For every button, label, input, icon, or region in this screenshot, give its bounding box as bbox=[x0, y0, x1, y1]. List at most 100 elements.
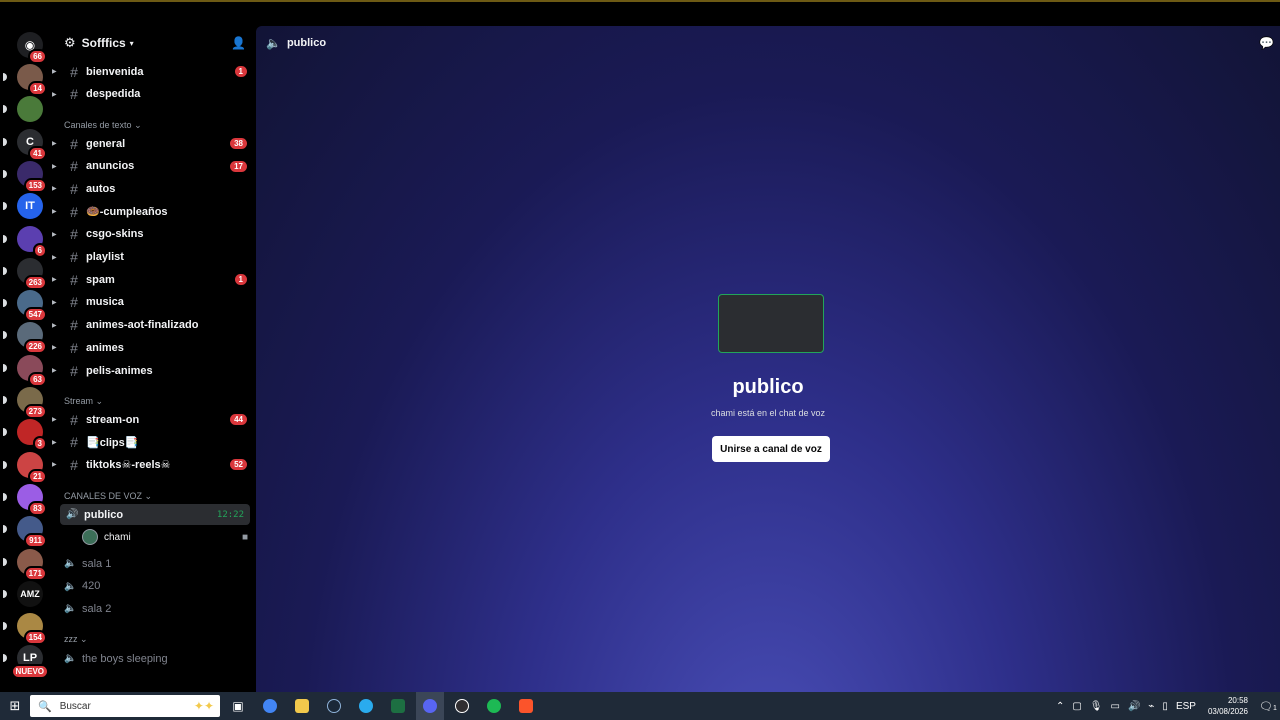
channel-item[interactable]: ▶ # general 38 bbox=[52, 133, 250, 154]
taskbar-search[interactable]: 🔍 Buscar ✦✦ bbox=[30, 695, 220, 717]
chat-icon[interactable]: 💬 bbox=[1259, 36, 1274, 50]
tray-device-icon[interactable]: ▢ bbox=[1072, 701, 1081, 712]
voice-channel-item[interactable]: 🔈 sala 2 bbox=[58, 598, 250, 619]
tray-overflow-icon[interactable]: ⌃ bbox=[1056, 701, 1064, 712]
task-view-icon[interactable]: ▣ bbox=[224, 692, 252, 720]
server-icon[interactable]: 63 bbox=[17, 354, 47, 387]
display-icon[interactable]: ▭ bbox=[1110, 701, 1119, 712]
channel-category[interactable]: CANALES DE VOZ ⌄ bbox=[64, 491, 152, 502]
voice-channel-item[interactable]: 🔈 sala 1 bbox=[58, 553, 250, 574]
server-icon[interactable]: 14 bbox=[17, 64, 47, 96]
channel-category[interactable]: zzz ⌄ bbox=[64, 634, 88, 645]
channel-item[interactable]: ▶ # musica bbox=[52, 292, 250, 313]
speaker-active-icon: 🔊 bbox=[66, 509, 79, 520]
windows-start-icon[interactable]: ⊞ bbox=[0, 692, 30, 720]
guild-header[interactable]: ⚙ Sofffics ▾ 👤 bbox=[58, 26, 256, 60]
channel-item[interactable]: ▶ # 📑clips📑 bbox=[52, 432, 250, 453]
server-badge: 6 bbox=[32, 242, 47, 258]
unread-pip bbox=[3, 331, 7, 340]
server-icon[interactable]: 3 bbox=[17, 419, 47, 452]
server-icon[interactable]: 83 bbox=[17, 483, 47, 516]
voice-channel-name: sala 2 bbox=[82, 602, 112, 615]
speaker-icon: 🔈 bbox=[64, 653, 77, 664]
excel-icon[interactable] bbox=[384, 692, 412, 720]
join-voice-button[interactable]: Unirse a canal de voz bbox=[712, 436, 830, 462]
channel-item[interactable]: ▶ # animes-aot-finalizado bbox=[52, 315, 250, 336]
collapse-arrow-icon: ▶ bbox=[52, 345, 57, 352]
channel-name: anuncios bbox=[86, 160, 135, 173]
channel-name: spam bbox=[86, 273, 115, 286]
server-initial: IT bbox=[25, 200, 35, 213]
channel-item[interactable]: ▶ # 🍩-cumpleaños bbox=[52, 201, 250, 222]
window-title-bar bbox=[0, 0, 1280, 26]
server-icon[interactable]: 171 bbox=[17, 548, 47, 581]
server-icon[interactable]: AMZ bbox=[17, 580, 43, 607]
channel-category[interactable]: Canales de texto ⌄ bbox=[64, 120, 142, 131]
server-icon[interactable] bbox=[17, 96, 43, 123]
server-icon[interactable]: 153 bbox=[17, 160, 47, 193]
server-icon[interactable]: C 41 bbox=[17, 128, 47, 161]
channel-item[interactable]: ▶ # playlist bbox=[52, 247, 250, 268]
server-icon[interactable]: 21 bbox=[17, 451, 47, 484]
channel-item[interactable]: ▶ # bienvenida 1 bbox=[52, 61, 250, 82]
taskbar-clock[interactable]: 20:58 03/08/2026 bbox=[1208, 695, 1248, 717]
channel-header: 🔈 publico 💬 bbox=[256, 26, 1280, 60]
obs-icon[interactable] bbox=[448, 692, 476, 720]
discord-taskbar-icon[interactable] bbox=[416, 692, 444, 720]
chevron-down-icon: ⌄ bbox=[80, 634, 88, 644]
channel-item[interactable]: ▶ # autos bbox=[52, 178, 250, 199]
telegram-icon[interactable] bbox=[352, 692, 380, 720]
voice-user[interactable]: chami ■ bbox=[82, 527, 250, 547]
channel-category[interactable]: Stream ⌄ bbox=[64, 396, 103, 407]
invite-people-icon[interactable]: 👤 bbox=[231, 36, 246, 50]
microphone-icon[interactable]: 🎙 bbox=[1090, 701, 1103, 712]
channel-item[interactable]: ▶ # csgo-skins bbox=[52, 224, 250, 245]
channel-item[interactable]: ▶ # despedida bbox=[52, 84, 250, 105]
brave-icon[interactable] bbox=[512, 692, 540, 720]
hash-icon: # bbox=[70, 294, 78, 311]
battery-icon[interactable]: ▯ bbox=[1162, 701, 1168, 712]
server-icon[interactable]: LP NUEVO bbox=[10, 645, 49, 680]
notification-icon[interactable]: 🗨1 bbox=[1256, 700, 1280, 713]
server-badge: 911 bbox=[24, 533, 47, 549]
category-label: CANALES DE VOZ bbox=[64, 491, 143, 501]
unread-pip bbox=[3, 363, 7, 372]
channel-item[interactable]: ▶ # anuncios 17 bbox=[52, 156, 250, 177]
search-icon: 🔍 bbox=[38, 700, 52, 713]
voice-channel-item[interactable]: 🔈 420 bbox=[58, 576, 250, 597]
unread-pip bbox=[3, 396, 7, 404]
unread-pip bbox=[3, 525, 7, 534]
channel-item[interactable]: ▶ # spam 1 bbox=[52, 269, 250, 290]
file-explorer-icon[interactable] bbox=[288, 692, 316, 720]
server-icon[interactable]: 226 bbox=[17, 322, 47, 355]
category-label: Stream bbox=[64, 396, 94, 406]
spotify-icon[interactable] bbox=[480, 692, 508, 720]
collapse-arrow-icon: ▶ bbox=[52, 141, 57, 147]
server-icon[interactable]: IT bbox=[17, 193, 43, 220]
channel-item[interactable]: ▶ # tiktoks☠-reels☠ 52 bbox=[52, 454, 250, 475]
unread-pip bbox=[3, 654, 7, 663]
server-icon[interactable]: 547 bbox=[17, 290, 47, 323]
chrome-icon[interactable] bbox=[256, 692, 284, 720]
mention-badge: 44 bbox=[230, 414, 247, 425]
server-badge: 154 bbox=[23, 630, 47, 646]
server-icon[interactable]: 6 bbox=[17, 225, 47, 258]
server-icon[interactable]: 154 bbox=[17, 613, 47, 646]
server-icon[interactable]: 263 bbox=[17, 257, 47, 290]
unread-pip bbox=[3, 557, 7, 566]
discord-home-icon[interactable]: ◉ 66 bbox=[17, 32, 47, 64]
channel-item[interactable]: ▶ # pelis-animes bbox=[52, 360, 250, 381]
network-icon[interactable]: ⌁ bbox=[1148, 701, 1154, 712]
channel-item[interactable]: ▶ # stream-on 44 bbox=[52, 409, 250, 430]
voice-channel-active[interactable]: 🔊 publico 12:22 bbox=[60, 504, 250, 525]
language-indicator[interactable]: ESP bbox=[1176, 701, 1196, 712]
steam-icon[interactable] bbox=[320, 692, 348, 720]
server-icon[interactable]: 273 bbox=[17, 387, 47, 419]
voice-channel-name: publico bbox=[84, 508, 124, 521]
voice-channel-item[interactable]: 🔈 the boys sleeping bbox=[58, 648, 250, 669]
channel-item[interactable]: ▶ # animes bbox=[52, 337, 250, 358]
server-icon[interactable]: 911 bbox=[17, 516, 47, 549]
hash-icon: # bbox=[70, 180, 78, 197]
volume-icon[interactable]: 🔊 bbox=[1128, 701, 1140, 712]
hash-icon: # bbox=[70, 135, 78, 152]
